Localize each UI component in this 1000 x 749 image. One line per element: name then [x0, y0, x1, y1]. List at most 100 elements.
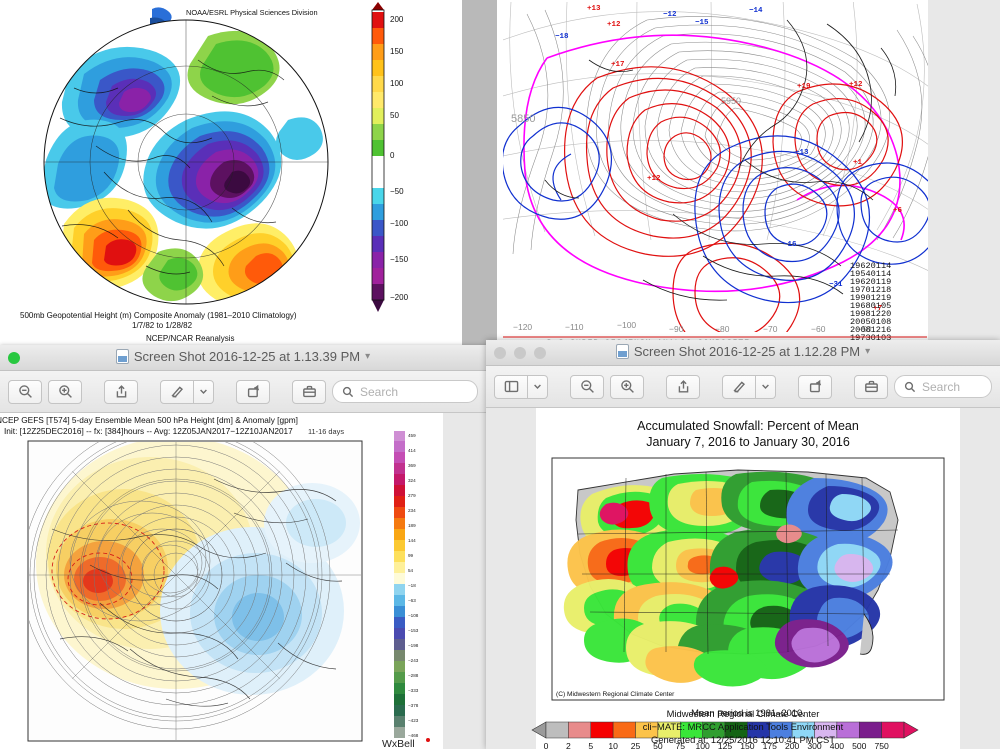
anno-plus-6: +6: [893, 207, 903, 215]
panel-a-caption-1: 500mb Geopotential Height (m) Composite …: [20, 311, 297, 320]
document-icon: [115, 349, 129, 364]
share-button[interactable]: [104, 379, 138, 404]
contour-label-5850: 5850: [511, 113, 535, 125]
anno-plus-5: +1: [853, 159, 863, 167]
lon-tick-5: −70: [763, 324, 778, 334]
cb-c-tick-2: 369: [408, 463, 416, 468]
markup-group[interactable]: [160, 379, 214, 404]
sidebar-button[interactable]: [494, 374, 528, 399]
cb-c-tick-17: −333: [408, 688, 419, 693]
anno-plus-8: +12: [647, 175, 661, 183]
cb-c-tick-8: 99: [408, 553, 414, 558]
image-panel-analog-composite: −18 +12 +13 −12 −15 −14 +17 +19 +12 −13 …: [497, 0, 1000, 346]
cb-c-tick-12: −108: [408, 613, 419, 618]
lon-tick-2: −100: [617, 320, 636, 330]
cb-c-tick-13: −153: [408, 628, 419, 633]
contour-label-5950: 5950: [721, 96, 741, 106]
brand-text: WxBell: [382, 738, 415, 749]
cb-c-tick-4: 279: [408, 493, 416, 498]
search-placeholder-right: Search: [922, 379, 961, 394]
cb-a-tick-8: −200: [390, 293, 409, 302]
anno-plus-4: +12: [849, 81, 863, 89]
preview-content-right: Accumulated Snowfall: Percent of Mean Ja…: [486, 408, 1000, 749]
chevron-down-icon[interactable]: ▾: [865, 346, 870, 357]
cb-a-tick-7: −150: [390, 255, 409, 264]
anno-plus-0: +12: [607, 21, 621, 29]
window-title-text-left: Screen Shot 2016-12-25 at 1.13.39 PM: [133, 349, 361, 364]
anno-minus-2: −15: [695, 19, 709, 27]
cb-c-tick-6: 189: [408, 523, 416, 528]
cb-c-tick-3: 324: [408, 478, 416, 483]
document-icon: [615, 344, 629, 359]
cb-c-tick-10: −18: [408, 583, 416, 588]
rotate-button[interactable]: [798, 374, 832, 399]
cb-a-tick-6: −100: [390, 219, 409, 228]
analog-date-list: 19620114 19540114 19620119 19701218 1990…: [850, 261, 891, 343]
cb-c-tick-18: −378: [408, 703, 419, 708]
zoom-out-button[interactable]: [570, 374, 604, 399]
toolbar-right[interactable]: Search: [486, 366, 1000, 408]
cb-a-tick-0: 200: [390, 15, 404, 24]
anno-minus-6: −31: [829, 281, 843, 289]
toolkit-button[interactable]: [292, 379, 326, 404]
window-title-right: Screen Shot 2016-12-25 at 1.12.28 PM ▾: [486, 344, 1000, 359]
cb-a-tick-5: −50: [390, 187, 404, 196]
anno-plus-2: +17: [611, 61, 625, 69]
panel-d-footer-2: cli−MATE: MRCC Application Tools Environ…: [642, 721, 844, 732]
rotate-button[interactable]: [236, 379, 270, 404]
cb-c-tick-9: 54: [408, 568, 414, 573]
gefs-ensemble-chart: NCEP GEFS [T574] 5-day Ensemble Mean 500…: [0, 413, 486, 749]
lon-tick-0: −120: [513, 322, 532, 332]
cb-c-tick-0: 459: [408, 433, 416, 438]
zoom-in-button[interactable]: [610, 374, 644, 399]
markup-button[interactable]: [722, 374, 756, 399]
panel-d-title-2: January 7, 2016 to January 30, 2016: [646, 435, 850, 449]
cb-a-tick-2: 100: [390, 79, 404, 88]
ncep-anomaly-chart: NOAA/ESRL Physical Sciences Division 200…: [0, 0, 462, 349]
cb-c-tick-19: −423: [408, 718, 419, 723]
titlebar-left[interactable]: Screen Shot 2016-12-25 at 1.13.39 PM ▾: [0, 345, 486, 371]
image-panel-ncep-anomaly: NOAA/ESRL Physical Sciences Division 200…: [0, 0, 462, 349]
markup-menu-button[interactable]: [194, 379, 214, 404]
markup-button[interactable]: [160, 379, 194, 404]
anno-minus-5: −16: [783, 241, 797, 249]
anno-minus-3: −14: [749, 7, 763, 15]
chevron-down-icon[interactable]: ▾: [365, 351, 370, 362]
cb-c-tick-15: −243: [408, 658, 419, 663]
panel-d-footer-1-html: Midwestern Regional Climate Center: [666, 708, 820, 719]
cb-a-tick-4: 0: [390, 151, 395, 160]
cb-c-tick-1: 414: [408, 448, 416, 453]
preview-window-right[interactable]: Screen Shot 2016-12-25 at 1.12.28 PM ▾ S…: [486, 340, 1000, 749]
markup-menu-button[interactable]: [756, 374, 776, 399]
cb-c-tick-7: 144: [408, 538, 416, 543]
panel-c-range-label: 11-16 days: [308, 427, 344, 436]
lon-tick-3: −90: [669, 324, 684, 334]
snowfall-percent-chart: Accumulated Snowfall: Percent of Mean Ja…: [486, 408, 1000, 749]
anno-plus-3: +19: [797, 83, 811, 91]
preview-window-left[interactable]: Screen Shot 2016-12-25 at 1.13.39 PM ▾ S…: [0, 345, 486, 749]
panel-a-caption-3: NCEP/NCAR Reanalysis: [146, 334, 234, 343]
sidebar-menu-button[interactable]: [528, 374, 548, 399]
analog-composite-chart: −18 +12 +13 −12 −15 −14 +17 +19 +12 −13 …: [497, 0, 1000, 346]
cb-c-tick-16: −288: [408, 673, 419, 678]
cb-c-tick-11: −63: [408, 598, 416, 603]
window-title-text-right: Screen Shot 2016-12-25 at 1.12.28 PM: [633, 344, 861, 359]
lon-tick-6: −60: [811, 324, 826, 334]
search-field-right[interactable]: Search: [894, 375, 992, 398]
zoom-out-button[interactable]: [8, 379, 42, 404]
share-button[interactable]: [666, 374, 700, 399]
search-field-left[interactable]: Search: [332, 380, 478, 403]
lon-tick-4: −80: [715, 324, 730, 334]
cb-a-tick-3: 50: [390, 111, 399, 120]
toolbar-left[interactable]: Search: [0, 371, 486, 413]
markup-group[interactable]: [722, 374, 776, 399]
panel-c-line2: Init: [12Z25DEC2016] -- fx: [384]hours -…: [4, 426, 293, 436]
zoom-in-button[interactable]: [48, 379, 82, 404]
sidebar-group[interactable]: [494, 374, 548, 399]
anno-minus-4: −13: [795, 149, 809, 157]
cb-c-tick-5: 234: [408, 508, 416, 513]
preview-content-left: NCEP GEFS [T574] 5-day Ensemble Mean 500…: [0, 413, 486, 749]
toolkit-button[interactable]: [854, 374, 888, 399]
titlebar-right[interactable]: Screen Shot 2016-12-25 at 1.12.28 PM ▾: [486, 340, 1000, 366]
panel-d-footer-3: Generated at: 12/25/2016 12:10:41 PM CST: [651, 734, 835, 745]
